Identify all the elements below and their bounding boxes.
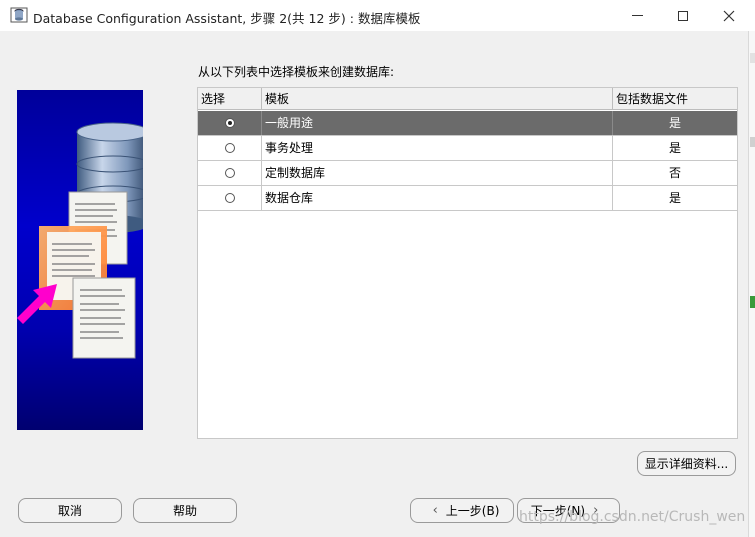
title-bar: Database Configuration Assistant, 步骤 2(共… — [0, 0, 755, 31]
includes-datafiles-value: 是 — [668, 141, 681, 155]
wizard-side-illustration — [17, 90, 143, 430]
minimize-button[interactable] — [614, 0, 660, 31]
template-radio[interactable] — [224, 143, 235, 153]
template-radio[interactable] — [224, 118, 235, 128]
cancel-button[interactable]: 取消 — [18, 498, 122, 523]
template-name: 事务处理 — [262, 136, 613, 160]
database-template-illustration — [17, 122, 143, 359]
table-header: 选择 模板 包括数据文件 — [198, 88, 737, 110]
chevron-left-icon: ‹ — [432, 503, 438, 518]
table-row[interactable]: 定制数据库 否 — [198, 161, 737, 186]
table-row[interactable]: 一般用途 是 — [198, 111, 737, 136]
template-list-heading: 从以下列表中选择模板来创建数据库: — [198, 65, 395, 79]
template-name: 一般用途 — [262, 111, 613, 135]
table-row[interactable]: 数据仓库 是 — [198, 186, 737, 211]
close-icon — [723, 10, 735, 21]
includes-datafiles-value: 是 — [668, 116, 681, 130]
back-button[interactable]: ‹ 上一步(B) — [410, 498, 514, 523]
includes-datafiles-value: 是 — [668, 191, 681, 205]
template-table: 选择 模板 包括数据文件 一般用途 是 事务处理 是 定制数据库 否 数据仓库 … — [197, 87, 738, 439]
column-header-template[interactable]: 模板 — [262, 88, 613, 110]
back-button-label: 上一步(B) — [445, 504, 500, 518]
show-details-button[interactable]: 显示详细资料... — [637, 451, 736, 476]
column-header-select[interactable]: 选择 — [198, 88, 262, 110]
template-name: 定制数据库 — [262, 161, 613, 185]
maximize-icon — [678, 10, 688, 21]
database-app-icon — [10, 7, 28, 23]
template-radio[interactable] — [224, 193, 235, 203]
select-cell — [198, 161, 262, 185]
column-header-includes-datafiles[interactable]: 包括数据文件 — [613, 88, 737, 110]
watermark: https://blog.csdn.net/Crush_wen — [519, 509, 746, 525]
includes-datafiles-value: 否 — [668, 166, 681, 180]
table-row[interactable]: 事务处理 是 — [198, 136, 737, 161]
template-radio[interactable] — [224, 168, 235, 178]
dbca-window: Database Configuration Assistant, 步骤 2(共… — [0, 0, 755, 537]
close-button[interactable] — [706, 0, 752, 31]
template-name: 数据仓库 — [262, 186, 613, 210]
maximize-button[interactable] — [660, 0, 706, 31]
select-cell — [198, 136, 262, 160]
help-button[interactable]: 帮助 — [133, 498, 237, 523]
arrow-icon — [17, 284, 57, 324]
select-cell — [198, 186, 262, 210]
background-window-edge — [748, 31, 755, 537]
minimize-icon — [631, 15, 643, 16]
window-title: Database Configuration Assistant, 步骤 2(共… — [33, 11, 421, 26]
select-cell — [198, 111, 262, 135]
